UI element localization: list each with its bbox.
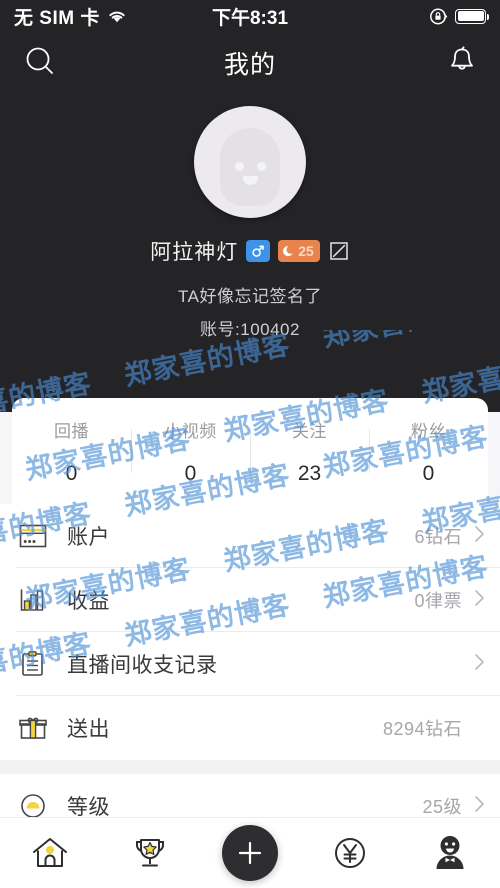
avatar[interactable] bbox=[194, 106, 306, 218]
stat-label: 粉丝 bbox=[411, 421, 446, 441]
home-icon bbox=[33, 838, 67, 867]
chevron-right-icon bbox=[474, 524, 486, 549]
tab-rank[interactable] bbox=[100, 818, 200, 888]
level-badge[interactable]: 25 bbox=[278, 240, 320, 262]
person-icon bbox=[436, 836, 464, 869]
level-value: 25 bbox=[298, 243, 314, 259]
menu-item-value: 0律票 bbox=[414, 591, 462, 611]
signature-text: TA好像忘记签名了 bbox=[178, 287, 322, 306]
menu-item-label: 收益 bbox=[67, 590, 110, 613]
stat-item-replay[interactable]: 回播 0 bbox=[12, 417, 131, 486]
gift-icon bbox=[16, 714, 50, 742]
status-bar: 无 SIM 卡 下午8:31 bbox=[0, 0, 500, 32]
menu-item-value: 6钻石 bbox=[414, 527, 462, 547]
gender-badge-male[interactable] bbox=[246, 240, 271, 262]
stat-value: 23 bbox=[297, 461, 322, 485]
publish-button[interactable] bbox=[222, 825, 278, 881]
stats-card: 回播 0 小视频 0 关注 23 粉丝 0 bbox=[12, 398, 488, 504]
wifi-icon bbox=[109, 11, 125, 22]
stat-label: 小视频 bbox=[164, 421, 217, 441]
bell-icon[interactable] bbox=[446, 44, 478, 83]
level-icon bbox=[16, 792, 50, 820]
username-row: 阿拉神灯 25 bbox=[0, 236, 500, 266]
battery-icon bbox=[455, 8, 489, 24]
edit-icon[interactable] bbox=[328, 240, 350, 262]
chevron-right-icon bbox=[474, 652, 486, 677]
account-number: 账号:100402 bbox=[200, 320, 300, 339]
trophy-icon bbox=[135, 839, 165, 867]
tab-wallet[interactable] bbox=[300, 818, 400, 888]
moon-icon bbox=[283, 246, 293, 257]
chevron-right-icon bbox=[474, 588, 486, 613]
nav-bar: 我的 bbox=[0, 32, 500, 94]
stat-item-following[interactable]: 关注 23 bbox=[250, 417, 369, 486]
tab-home[interactable] bbox=[0, 818, 100, 888]
default-avatar-icon bbox=[220, 128, 280, 206]
status-bar-right bbox=[429, 7, 489, 26]
male-icon bbox=[252, 245, 264, 257]
menu-item-value: 8294钻石 bbox=[382, 719, 462, 739]
card-icon bbox=[16, 522, 50, 550]
username: 阿拉神灯 bbox=[150, 241, 239, 264]
avatar-eye-left bbox=[235, 162, 244, 171]
stat-value: 0 bbox=[422, 461, 435, 485]
stat-label: 回播 bbox=[54, 421, 89, 441]
status-bar-left: 无 SIM 卡 bbox=[14, 3, 127, 30]
menu-item-label: 直播间收支记录 bbox=[67, 654, 218, 677]
tab-profile[interactable] bbox=[400, 818, 500, 888]
app-screen: 无 SIM 卡 下午8:31 我的 阿拉神灯 25 TA好像忘记签名了 账号:1… bbox=[0, 0, 500, 888]
carrier-label: 无 SIM 卡 bbox=[14, 7, 100, 29]
menu-item-label: 送出 bbox=[67, 718, 110, 741]
menu-item-earnings[interactable]: 收益 0律票 bbox=[0, 568, 500, 632]
bottom-tab-bar bbox=[0, 817, 500, 888]
menu-item-account[interactable]: 账户 6钻石 bbox=[0, 504, 500, 568]
menu-item-value: 25级 bbox=[422, 797, 462, 817]
yen-icon bbox=[335, 838, 365, 868]
bar-chart-icon bbox=[16, 586, 50, 614]
tab-publish[interactable] bbox=[200, 818, 300, 888]
page-title: 我的 bbox=[223, 51, 276, 79]
menu-item-live-records[interactable]: 直播间收支记录 bbox=[0, 632, 500, 696]
menu-item-label: 账户 bbox=[67, 526, 110, 549]
stat-label: 关注 bbox=[292, 421, 327, 441]
avatar-eye-right bbox=[257, 162, 266, 171]
search-icon[interactable] bbox=[22, 43, 58, 84]
rotation-lock-icon bbox=[430, 8, 448, 24]
stat-item-followers[interactable]: 粉丝 0 bbox=[369, 417, 488, 486]
menu-item-sent[interactable]: 送出 8294钻石 bbox=[0, 696, 500, 760]
profile-block: 阿拉神灯 25 TA好像忘记签名了 账号:100402 bbox=[0, 94, 500, 340]
plus-icon bbox=[238, 841, 262, 865]
list-section-divider bbox=[0, 760, 500, 774]
stat-value: 0 bbox=[184, 461, 197, 485]
chevron-right-icon bbox=[474, 794, 486, 819]
clipboard-icon bbox=[16, 650, 50, 678]
profile-header-area: 无 SIM 卡 下午8:31 我的 阿拉神灯 25 TA好像忘记签名了 账号:1… bbox=[0, 0, 500, 412]
stat-item-shortvideo[interactable]: 小视频 0 bbox=[131, 417, 250, 486]
stat-value: 0 bbox=[65, 461, 78, 485]
